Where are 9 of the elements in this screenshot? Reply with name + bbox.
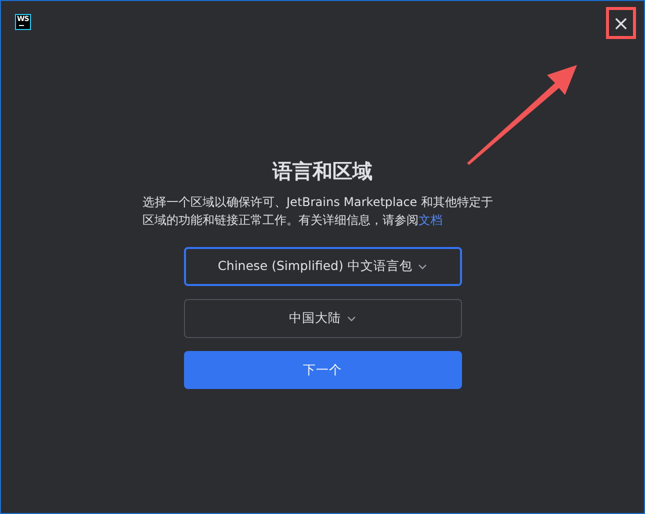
docs-link[interactable]: 文档 <box>418 213 442 227</box>
dialog-title: 语言和区域 <box>272 159 372 183</box>
next-button[interactable]: 下一个 <box>184 351 462 389</box>
dropdown[interactable]: Chinese (Simplified) 中文语言包 <box>184 247 462 286</box>
chevron-down-icon <box>347 316 356 322</box>
close-button[interactable]: × <box>606 7 636 39</box>
description-text: 选择一个区域以确保许可、JetBrains Marketplace 和其他特定于区域的功能和链接正常工作。有关详细信息，请参阅文档 <box>142 194 494 229</box>
chevron-down-icon <box>418 264 428 270</box>
dropdown[interactable]: 中国大陆 <box>184 299 462 338</box>
